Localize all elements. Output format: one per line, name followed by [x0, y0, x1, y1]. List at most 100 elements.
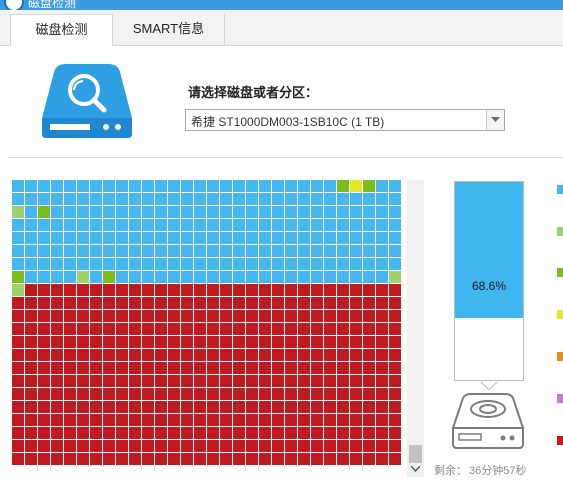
sector-cell: [272, 271, 284, 283]
sector-cell: [51, 232, 63, 244]
sector-cell: [77, 336, 89, 348]
sector-cell: [389, 310, 401, 322]
sector-cell: [298, 349, 310, 361]
sector-cell: [51, 245, 63, 257]
sector-cell: [311, 271, 323, 283]
sector-cell: [194, 375, 206, 387]
usage-fill: [455, 182, 523, 318]
sector-cell: [155, 388, 167, 400]
sector-cell: [116, 401, 128, 413]
sector-cell: [90, 271, 102, 283]
sector-cell: [38, 336, 50, 348]
sector-cell: [350, 271, 362, 283]
sector-cell: [220, 323, 232, 335]
sector-cell: [233, 310, 245, 322]
sector-cell: [376, 271, 388, 283]
sector-cell: [194, 401, 206, 413]
sector-cell: [103, 310, 115, 322]
sector-cell: [285, 206, 297, 218]
sector-cell: [129, 349, 141, 361]
sector-cell: [207, 440, 219, 452]
sector-cell: [285, 219, 297, 231]
sector-cell: [64, 453, 76, 465]
sector-cell: [363, 310, 375, 322]
sector-cell: [311, 362, 323, 374]
sector-cell: [194, 388, 206, 400]
sector-cell: [168, 362, 180, 374]
sector-cell: [272, 297, 284, 309]
scroll-down-arrow-icon[interactable]: [411, 466, 420, 472]
tab-smart-info[interactable]: SMART信息: [113, 14, 225, 45]
sector-cell: [324, 271, 336, 283]
sector-cell: [155, 232, 167, 244]
sector-cell: [51, 310, 63, 322]
sector-cell: [12, 284, 24, 296]
window-title: 磁盘检测: [28, 0, 77, 10]
sector-cell: [285, 336, 297, 348]
tab-disk-check[interactable]: 磁盘检测: [10, 14, 113, 46]
remaining-value: 36分钟57秒: [469, 465, 527, 477]
sector-cell: [103, 284, 115, 296]
sector-cell: [142, 401, 154, 413]
sector-cell: [129, 193, 141, 205]
sector-cell: [259, 453, 271, 465]
sector-cell: [77, 440, 89, 452]
sector-cell: [259, 284, 271, 296]
sector-cell: [64, 336, 76, 348]
sector-cell: [272, 401, 284, 413]
sector-cell: [272, 440, 284, 452]
sector-cell: [285, 401, 297, 413]
sector-cell: [350, 219, 362, 231]
sector-cell: [129, 401, 141, 413]
sector-cell: [25, 323, 37, 335]
scroll-thumb[interactable]: [409, 445, 422, 463]
sector-cell: [363, 336, 375, 348]
sector-cell: [12, 427, 24, 439]
sector-cell: [337, 232, 349, 244]
sector-cell: [285, 258, 297, 270]
sector-cell: [116, 375, 128, 387]
sector-cell: [337, 362, 349, 374]
dropdown-button[interactable]: [486, 110, 504, 130]
sector-cell: [350, 193, 362, 205]
sector-cell: [181, 453, 193, 465]
sector-cell: [12, 310, 24, 322]
sector-cell: [272, 310, 284, 322]
sector-cell: [25, 336, 37, 348]
sector-cell: [116, 440, 128, 452]
sector-cell: [64, 232, 76, 244]
sector-cell: [259, 180, 271, 192]
sector-cell: [311, 284, 323, 296]
disk-select[interactable]: 希捷 ST1000DM003-1SB10C (1 TB): [185, 109, 505, 131]
sector-cell: [129, 180, 141, 192]
sector-cell: [155, 362, 167, 374]
sector-cell: [259, 232, 271, 244]
sector-cell: [155, 310, 167, 322]
sector-cell: [77, 284, 89, 296]
sector-cell: [12, 362, 24, 374]
sector-cell: [103, 258, 115, 270]
sector-cell: [298, 388, 310, 400]
sector-cell: [220, 219, 232, 231]
sector-cell: [116, 284, 128, 296]
sector-cell: [246, 440, 258, 452]
sector-cell: [168, 427, 180, 439]
sector-cell: [272, 206, 284, 218]
sector-cell: [51, 258, 63, 270]
sector-cell: [12, 258, 24, 270]
grid-scrollbar[interactable]: [407, 180, 424, 477]
sector-cell: [298, 206, 310, 218]
sector-cell: [246, 180, 258, 192]
sector-cell: [64, 284, 76, 296]
disk-search-icon: [42, 64, 132, 138]
sector-cell: [324, 414, 336, 426]
sector-cell: [337, 245, 349, 257]
sector-cell: [337, 323, 349, 335]
sector-cell: [90, 180, 102, 192]
sector-cell: [38, 258, 50, 270]
sector-cell: [90, 297, 102, 309]
sector-cell: [77, 206, 89, 218]
sector-cell: [181, 440, 193, 452]
sector-cell: [220, 245, 232, 257]
sector-cell: [142, 232, 154, 244]
